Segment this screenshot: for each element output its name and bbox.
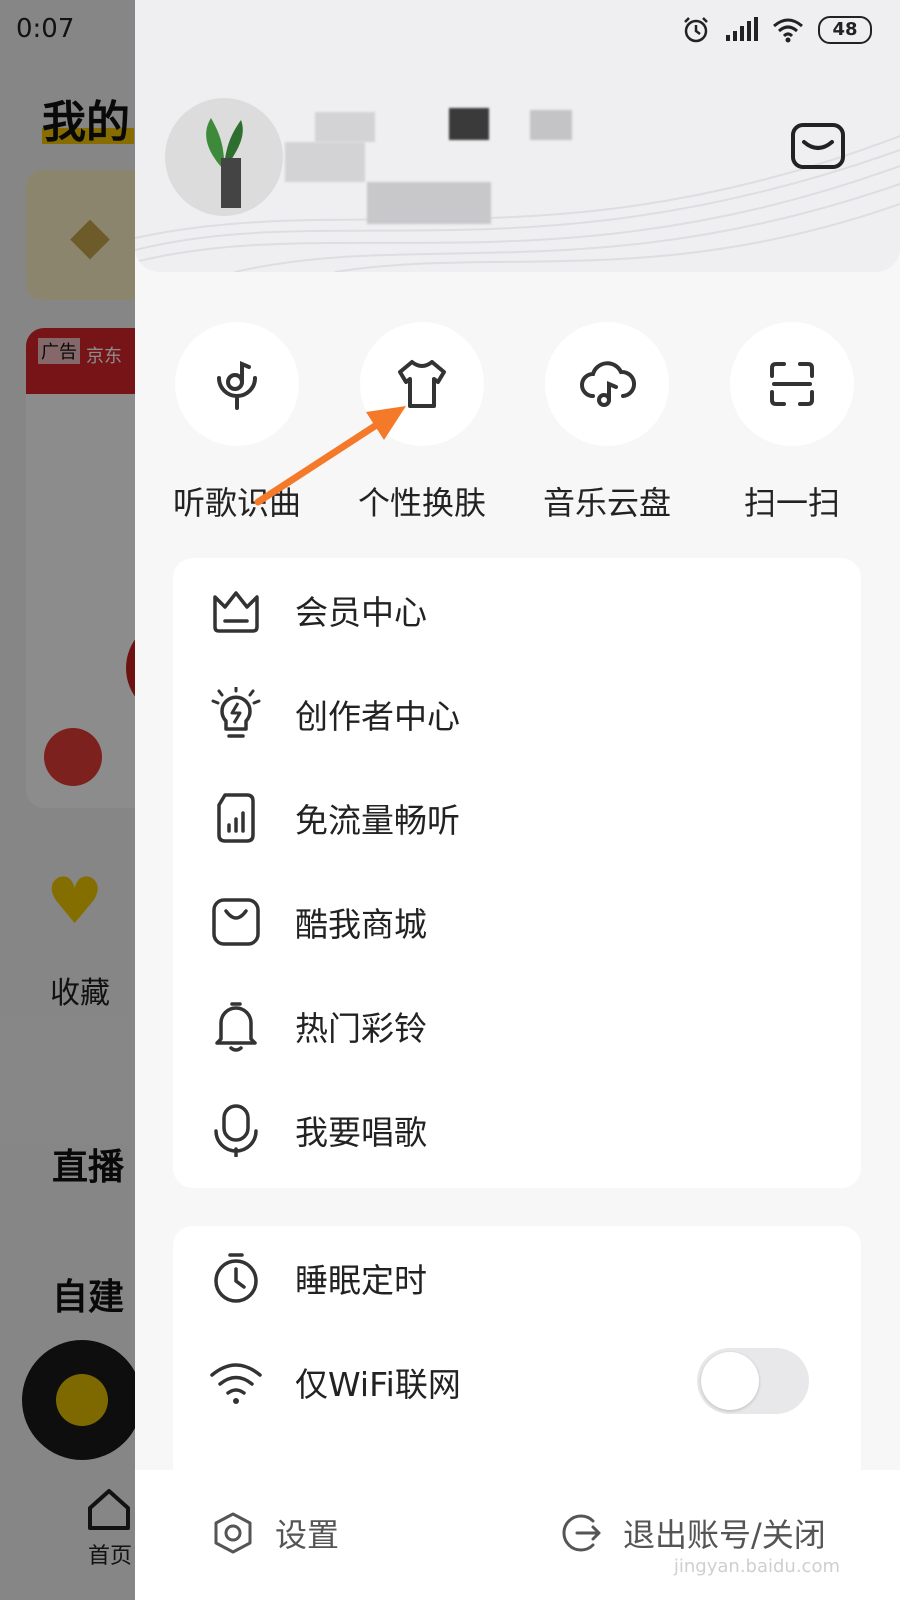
- lightbulb-icon: [211, 687, 261, 738]
- menu-item-label: 会员中心: [295, 593, 427, 632]
- alarm-icon: [684, 17, 708, 43]
- quick-song-recognition-button[interactable]: [175, 322, 299, 446]
- quick-skin-label[interactable]: 个性换肤: [332, 478, 512, 524]
- microphone-icon: [214, 1104, 258, 1157]
- username-blur-light: [530, 110, 572, 140]
- cloud-music-icon: [580, 361, 636, 407]
- menu-item-store[interactable]: 酷我商城: [173, 870, 861, 974]
- avatar[interactable]: [165, 98, 283, 216]
- menu-item-data-free[interactable]: 免流量畅听: [173, 766, 861, 870]
- username-blur: [315, 112, 375, 142]
- quick-skin-button[interactable]: [360, 322, 484, 446]
- data-free-icon: [217, 793, 255, 843]
- userinfo-blur: [285, 142, 365, 182]
- watermark: jingyan.baidu.com: [673, 1556, 840, 1577]
- menu-item-label: 仅WiFi联网: [295, 1365, 461, 1404]
- menu-item-label: 创作者中心: [295, 697, 460, 736]
- logout-icon: [562, 1514, 601, 1552]
- timer-icon: [214, 1253, 258, 1303]
- wifi-only-toggle[interactable]: [697, 1348, 809, 1414]
- profile-header[interactable]: 48: [135, 0, 900, 272]
- status-icons: 48: [682, 16, 872, 44]
- battery-indicator: 48: [818, 16, 872, 44]
- menu-item-creator-center[interactable]: 创作者中心: [173, 662, 861, 766]
- wifi-status-icon: [773, 18, 803, 43]
- song-recognition-icon: [217, 360, 257, 410]
- toggle-knob: [701, 1352, 759, 1410]
- menu-item-sing[interactable]: 我要唱歌: [173, 1078, 861, 1182]
- wifi-icon: [210, 1363, 262, 1404]
- scan-icon: [770, 362, 814, 406]
- menu-item-label: 我要唱歌: [295, 1113, 427, 1152]
- avatar-stem: [221, 158, 241, 208]
- drawer-bottom-bar: 设置 退出账号/关闭: [135, 1470, 900, 1600]
- primary-menu-card: 会员中心 创作者中心 免流量畅听 酷我商城 热门彩铃 我要唱歌: [173, 558, 861, 1188]
- menu-item-ringtone[interactable]: 热门彩铃: [173, 974, 861, 1078]
- crown-icon: [213, 591, 259, 633]
- menu-item-label: 睡眠定时: [295, 1261, 427, 1300]
- secondary-menu-card: 睡眠定时 仅WiFi联网: [173, 1226, 861, 1486]
- quick-scan-button[interactable]: [730, 322, 854, 446]
- quick-scan-label[interactable]: 扫一扫: [702, 478, 882, 524]
- username-blur-dark: [449, 108, 489, 140]
- userinfo-blur-2: [367, 182, 491, 224]
- settings-label: 设置: [275, 1516, 340, 1554]
- side-drawer: 48 听歌识曲 个性换肤 音乐云盘 扫一扫 会员中心 创作者中心 免流量畅听 酷…: [135, 0, 900, 1600]
- bell-icon: [215, 1002, 257, 1052]
- settings-icon: [214, 1512, 252, 1554]
- menu-item-label: 免流量畅听: [295, 801, 460, 840]
- settings-button[interactable]: 设置: [211, 1500, 339, 1566]
- logout-label: 退出账号/关闭: [623, 1516, 826, 1554]
- menu-item-label: 酷我商城: [295, 905, 427, 944]
- menu-item-vip-center[interactable]: 会员中心: [173, 558, 861, 662]
- shopping-bag-icon: [212, 898, 260, 946]
- signal-icon: [726, 17, 758, 41]
- menu-item-wifi-only[interactable]: 仅WiFi联网: [173, 1330, 861, 1434]
- menu-item-label: 热门彩铃: [295, 1009, 427, 1048]
- tshirt-icon: [398, 360, 446, 408]
- quick-song-recognition-label[interactable]: 听歌识曲: [147, 478, 327, 524]
- menu-item-sleep-timer[interactable]: 睡眠定时: [173, 1226, 861, 1330]
- quick-cloud-label[interactable]: 音乐云盘: [517, 478, 697, 524]
- quick-cloud-button[interactable]: [545, 322, 669, 446]
- message-icon[interactable]: [790, 122, 846, 170]
